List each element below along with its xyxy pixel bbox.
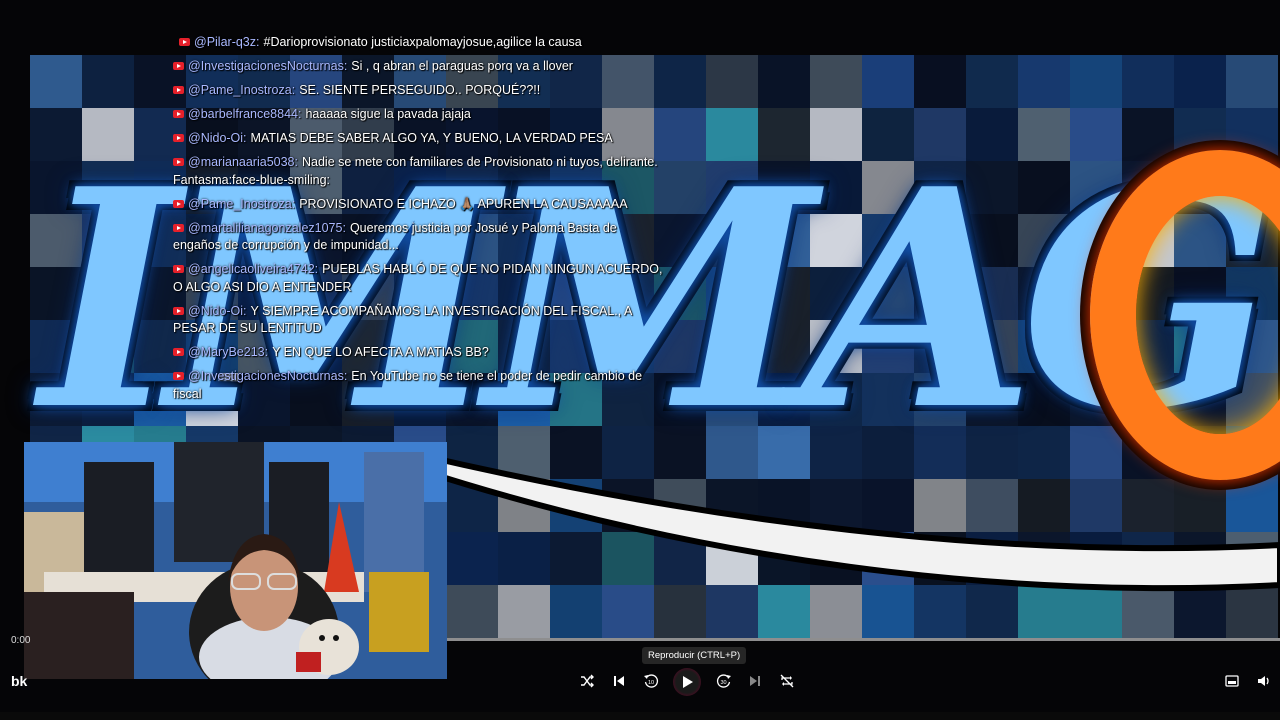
chat-text: Y EN QUE LO AFECTA A MATIAS BB? (272, 345, 489, 359)
youtube-icon (173, 158, 184, 166)
youtube-icon (173, 223, 184, 232)
chat-message: @MaryBe213: Y EN QUE LO AFECTA A MATIAS B… (173, 344, 663, 362)
svg-text:10: 10 (648, 680, 654, 686)
play-button[interactable] (673, 668, 701, 696)
svg-text:30: 30 (721, 680, 727, 686)
chat-text: #Darioprovisionato justiciaxpalomayjosue… (263, 35, 582, 49)
live-chat-overlay: @Pilar-q3z: #Darioprovisionato justiciaxp… (173, 34, 663, 410)
miniplayer-button[interactable] (1221, 670, 1243, 692)
youtube-icon (173, 348, 184, 356)
chat-message: @Nido-Oi: Y SIEMPRE ACOMPAÑAMOS LA INVEST… (173, 303, 663, 338)
youtube-icon (173, 199, 184, 208)
chat-text: Si , q abran el paraguas porq va a llove… (351, 59, 573, 73)
channel-label[interactable]: bk (11, 673, 27, 689)
volume-icon (1258, 676, 1269, 686)
repeat-button[interactable] (776, 670, 798, 692)
chat-text: MATIAS DEBE SABER ALGO YA, Y BUENO, LA V… (250, 131, 613, 145)
chat-username[interactable]: @InvestigacionesNocturnas: (188, 59, 347, 73)
progress-bar[interactable] (447, 638, 1280, 641)
chat-message: @martalilianagonzalez1075: Queremos justi… (173, 220, 663, 255)
chat-message: @Pame_Inostroza: SE. SIENTE PERSEGUIDO.. … (173, 82, 663, 100)
youtube-icon (173, 306, 184, 315)
video-stage[interactable]: IMMAG @Pilar-q3z: #Darioprovisionato just… (0, 0, 1280, 720)
youtube-icon (173, 62, 184, 70)
chat-username[interactable]: @Pame_Inostroza: (188, 83, 295, 97)
next-icon (750, 676, 760, 686)
webcam-inset (24, 442, 447, 679)
chat-username[interactable]: @Pame_Inostroza: (188, 197, 295, 211)
youtube-icon (173, 372, 184, 380)
chat-message: @angelicaoliveira4742: PUEBLAS HABLÓ DE Q… (173, 261, 663, 296)
chat-username[interactable]: @MaryBe213: (188, 345, 268, 359)
play-icon (683, 676, 693, 688)
chat-username[interactable]: @Pilar-q3z: (194, 35, 260, 49)
taskbar-strip (0, 712, 1280, 720)
forward-30-button[interactable]: 30 (713, 670, 735, 692)
chat-message: @barbelfrance8844: haaaaa sigue la pavada… (173, 106, 663, 124)
shuffle-button[interactable] (576, 670, 598, 692)
play-tooltip: Reproducir (CTRL+P) (642, 647, 747, 664)
chat-message: @Pame_Inostroza: PROVISIONATO E ICHAZO 🙏🏽… (173, 196, 663, 214)
previous-button[interactable] (608, 670, 630, 692)
youtube-icon (179, 38, 190, 46)
chat-text: SE. SIENTE PERSEGUIDO.. PORQUÉ??!! (299, 83, 541, 97)
youtube-icon (173, 86, 184, 94)
chat-username[interactable]: @martalilianagonzalez1075: (188, 221, 346, 235)
chat-message: @InvestigacionesNocturnas: En YouTube no … (173, 368, 663, 403)
chat-username[interactable]: @marianaaria5038: (188, 155, 298, 169)
miniplayer-icon (1225, 675, 1239, 687)
chat-username[interactable]: @InvestigacionesNocturnas: (188, 369, 347, 383)
next-button[interactable] (744, 670, 766, 692)
shuffle-icon (581, 674, 594, 688)
volume-button[interactable] (1253, 670, 1275, 692)
chat-username[interactable]: @barbelfrance8844: (188, 107, 301, 121)
rewind-10-button[interactable]: 10 (640, 670, 662, 692)
chat-username[interactable]: @Nido-Oi: (188, 131, 247, 145)
chat-message: @marianaaria5038: Nadie se mete con famil… (173, 154, 663, 189)
youtube-icon (173, 265, 184, 273)
chat-text: haaaaa sigue la pavada jajaja (305, 107, 471, 121)
previous-icon (614, 676, 624, 686)
chat-message: @InvestigacionesNocturnas: Si , q abran e… (173, 58, 663, 76)
forward-30-icon: 30 (716, 674, 731, 688)
youtube-icon (173, 134, 184, 142)
chat-username[interactable]: @Nido-Oi: (188, 304, 247, 318)
repeat-off-icon (780, 674, 794, 688)
chat-username[interactable]: @angelicaoliveira4742: (188, 262, 318, 276)
chat-message: @Pilar-q3z: #Darioprovisionato justiciaxp… (179, 34, 663, 52)
rewind-10-icon: 10 (644, 674, 659, 688)
time-display: 0:00 (11, 635, 31, 646)
chat-text: PROVISIONATO E ICHAZO 🙏🏽 APUREN LA CAUSA… (299, 196, 628, 211)
chat-message: @Nido-Oi: MATIAS DEBE SABER ALGO YA, Y BU… (173, 130, 663, 148)
youtube-icon (173, 110, 184, 118)
